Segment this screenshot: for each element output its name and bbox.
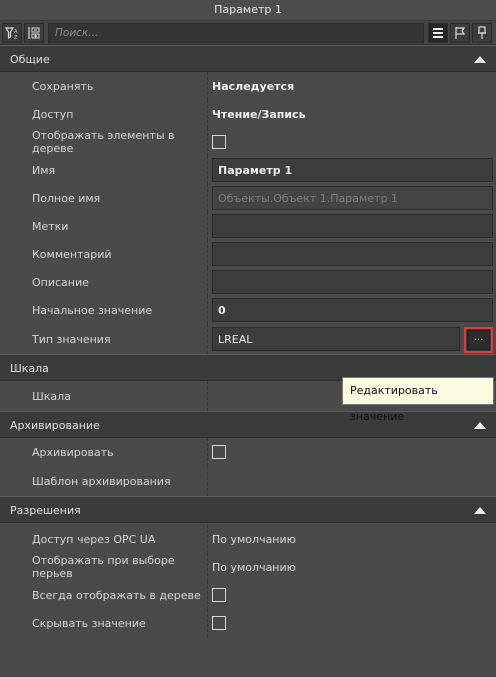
always-show-in-tree-checkbox[interactable] xyxy=(212,588,226,602)
property-row-save: Сохранять Наследуется xyxy=(0,72,496,100)
search-input[interactable]: Поиск... xyxy=(48,22,424,43)
property-row-comment: Комментарий xyxy=(0,240,496,268)
archive-template-value[interactable] xyxy=(208,466,496,496)
name-field[interactable]: Параметр 1 xyxy=(212,158,493,182)
property-row-pens: Отображать при выборе перьев По умолчани… xyxy=(0,553,496,581)
edit-value-button[interactable]: ... xyxy=(467,330,490,350)
property-label: Доступ через OPC UA xyxy=(0,525,208,553)
property-row-show-in-tree: Отображать элементы в дереве xyxy=(0,128,496,156)
list-icon xyxy=(433,27,443,38)
section-title: Разрешения xyxy=(10,504,81,517)
full-name-field: Объекты.Объект 1.Параметр 1 xyxy=(212,186,493,210)
property-label: Архивировать xyxy=(0,438,208,466)
show-in-tree-checkbox[interactable] xyxy=(212,135,226,149)
property-row-access: Доступ Чтение/Запись xyxy=(0,100,496,128)
property-row-value-type: Тип значения LREAL ... xyxy=(0,324,496,354)
property-label: Имя xyxy=(0,156,208,184)
initial-value-field[interactable]: 0 xyxy=(212,298,493,322)
property-label: Скрывать значение xyxy=(0,609,208,637)
collapse-arrow-icon[interactable] xyxy=(474,56,486,63)
property-row-tags: Метки xyxy=(0,212,496,240)
property-label: Шкала xyxy=(0,381,208,411)
pin-button[interactable] xyxy=(472,22,492,43)
property-label: Отображать при выборе перьев xyxy=(0,553,208,581)
value-type-field[interactable]: LREAL xyxy=(212,327,460,351)
section-title: Общие xyxy=(10,53,50,66)
property-label: Комментарий xyxy=(0,240,208,268)
property-value[interactable]: Наследуется xyxy=(212,80,294,93)
property-value[interactable]: Чтение/Запись xyxy=(212,108,306,121)
property-value[interactable]: По умолчанию xyxy=(212,561,296,574)
property-label: Отображать элементы в дереве xyxy=(0,128,208,156)
edit-value-highlight: ... xyxy=(464,327,493,353)
tree-collapse-icon xyxy=(28,26,40,39)
property-label: Начальное значение xyxy=(0,296,208,324)
section-title: Шкала xyxy=(10,362,49,375)
edit-value-tooltip: Редактировать значение xyxy=(342,377,494,423)
collapse-arrow-icon[interactable] xyxy=(474,507,486,514)
collapse-arrow-icon[interactable] xyxy=(474,422,486,429)
toolbar: A Z Поиск... xyxy=(0,21,496,45)
sort-filter-button[interactable]: A Z xyxy=(2,22,22,43)
collapse-groups-button[interactable] xyxy=(24,22,44,43)
section-general-header[interactable]: Общие xyxy=(0,45,496,72)
list-view-button[interactable] xyxy=(428,22,448,43)
property-label: Сохранять xyxy=(0,72,208,100)
property-row-name: Имя Параметр 1 xyxy=(0,156,496,184)
property-value[interactable]: По умолчанию xyxy=(212,533,296,546)
property-label: Описание xyxy=(0,268,208,296)
flag-icon xyxy=(455,26,466,39)
property-label: Метки xyxy=(0,212,208,240)
pin-icon xyxy=(478,25,486,39)
property-row-archive-template: Шаблон архивирования xyxy=(0,466,496,496)
property-row-archive: Архивировать xyxy=(0,438,496,466)
section-archive-header[interactable]: Архивирование xyxy=(0,411,496,438)
property-label: Тип значения xyxy=(0,324,208,354)
sort-filter-icon: A Z xyxy=(5,26,18,40)
tags-field[interactable] xyxy=(212,214,493,238)
property-row-initial-value: Начальное значение 0 xyxy=(0,296,496,324)
window-title: Параметр 1 xyxy=(0,0,496,21)
property-label: Шаблон архивирования xyxy=(0,466,208,496)
property-label: Полное имя xyxy=(0,184,208,212)
description-field[interactable] xyxy=(212,270,493,294)
property-label: Доступ xyxy=(0,100,208,128)
svg-text:Z: Z xyxy=(14,35,18,40)
hide-value-checkbox[interactable] xyxy=(212,616,226,630)
property-row-hide-value: Скрывать значение xyxy=(0,609,496,637)
property-row-full-name: Полное имя Объекты.Объект 1.Параметр 1 xyxy=(0,184,496,212)
archive-checkbox[interactable] xyxy=(212,445,226,459)
property-row-always-tree: Всегда отображать в дереве xyxy=(0,581,496,609)
comment-field[interactable] xyxy=(212,242,493,266)
property-row-description: Описание xyxy=(0,268,496,296)
section-permissions-header[interactable]: Разрешения xyxy=(0,496,496,523)
property-label: Всегда отображать в дереве xyxy=(0,581,208,609)
section-title: Архивирование xyxy=(10,419,100,432)
property-row-opc: Доступ через OPC UA По умолчанию xyxy=(0,525,496,553)
flag-button[interactable] xyxy=(450,22,470,43)
